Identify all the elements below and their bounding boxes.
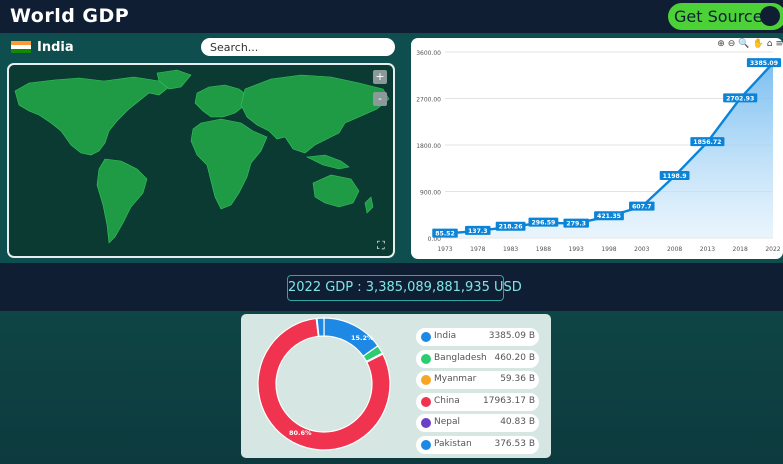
legend-item[interactable]: Pakistan 376.53 B [416, 435, 539, 454]
legend-gdp-value: 59.36 B [500, 374, 535, 385]
gdp-chart-panel: ⊕ ⊖ 🔍 ✋ ⌂ ≡ 0.00 900.00 1800.00 2700.00 3600… [411, 38, 783, 259]
legend-country-name: China [434, 395, 460, 406]
north-america [14, 76, 170, 156]
x-tick-label: 2008 [667, 246, 682, 253]
legend-gdp-value: 376.53 B [494, 438, 535, 449]
data-label: 421.35 [597, 213, 621, 220]
x-tick-label: 2003 [634, 246, 649, 253]
legend-gdp-value: 17963.17 B [483, 395, 535, 406]
africa [190, 118, 268, 210]
donut-slice [316, 317, 325, 337]
legend-color-dot [421, 418, 431, 429]
south-america [96, 158, 148, 244]
x-tick-label: 1983 [503, 246, 518, 253]
data-label: 1198.9 [663, 173, 687, 180]
southeast-asia-islands [305, 154, 350, 170]
get-source-button[interactable]: Get Source [668, 3, 783, 30]
selected-country: India [37, 40, 74, 55]
slice-label-china: 80.6% [289, 429, 312, 437]
legend-color-dot [421, 332, 431, 342]
search-input[interactable] [201, 38, 395, 56]
gdp-total-label: 2022 GDP : 3,385,089,881,935 USD [287, 275, 522, 301]
legend-color-dot [421, 439, 431, 450]
zoom-out-icon[interactable]: ⊖ [728, 39, 736, 49]
legend-country-name: Bangladesh [434, 352, 487, 363]
home-icon[interactable]: ⌂ [767, 39, 773, 49]
gdp-donut-chart: 15.2% 80.6% [257, 317, 391, 451]
legend-gdp-value: 3385.09 B [488, 331, 535, 341]
data-label: 137.3 [468, 228, 488, 235]
legend-country-name: Pakistan [434, 438, 472, 449]
legend-color-dot [421, 375, 431, 386]
y-tick-label: 3600.00 [416, 50, 441, 57]
legend-color-dot [421, 353, 431, 364]
map-zoom-in-button[interactable]: + [373, 70, 387, 84]
donut-legend: India 3385.09 B Bangladesh 460.20 B Myanmar 5… [416, 328, 539, 458]
legend-gdp-value: 40.83 B [500, 417, 535, 428]
data-label: 279.3 [566, 221, 586, 228]
search-zoom-icon[interactable]: 🔍 [738, 39, 749, 49]
world-map-svg [14, 69, 390, 244]
legend-item[interactable]: China 17963.17 B [416, 392, 539, 411]
legend-item[interactable]: India 3385.09 B [416, 328, 539, 346]
app-title: World GDP [10, 5, 130, 27]
data-label: 607.7 [632, 204, 652, 211]
get-source-label: Get Source [674, 7, 763, 26]
y-tick-label: 1800.00 [416, 143, 441, 150]
data-label: 2702.93 [726, 95, 754, 102]
legend-item[interactable]: Nepal 40.83 B [416, 414, 539, 433]
legend-country-name: India [434, 331, 457, 341]
pan-icon[interactable]: ✋ [753, 39, 764, 49]
legend-gdp-value: 460.20 B [494, 352, 535, 363]
menu-icon[interactable]: ≡ [775, 39, 783, 49]
fullscreen-icon[interactable]: ⛶ [377, 239, 385, 253]
x-tick-label: 1988 [536, 246, 551, 253]
x-tick-label: 1973 [437, 246, 452, 253]
world-map[interactable]: + - ⛶ [7, 63, 395, 258]
y-tick-label: 2700.00 [416, 97, 441, 104]
europe [194, 84, 250, 118]
india-flag-icon [11, 41, 31, 53]
x-tick-label: 1978 [470, 246, 485, 253]
header-bar: World GDP Get Source [0, 0, 783, 33]
y-tick-label: 900.00 [420, 190, 441, 197]
x-tick-label: 1993 [569, 246, 584, 253]
legend-item[interactable]: Bangladesh 460.20 B [416, 349, 539, 368]
legend-country-name: Nepal [434, 417, 460, 428]
chart-toolbar: ⊕ ⊖ 🔍 ✋ ⌂ ≡ [717, 39, 783, 49]
x-tick-label: 2022 [765, 246, 780, 253]
legend-color-dot [421, 396, 431, 407]
data-label: 3385.09 [750, 60, 778, 67]
slice-label-india: 15.2% [351, 334, 374, 342]
x-tick-label: 2018 [733, 246, 748, 253]
x-tick-label: 1998 [601, 246, 616, 253]
data-label: 1856.72 [693, 139, 721, 146]
data-label: 218.26 [499, 224, 523, 231]
data-label: 85.52 [435, 231, 455, 238]
australia [312, 174, 360, 208]
map-zoom-out-button[interactable]: - [373, 92, 387, 106]
new-zealand [364, 196, 374, 214]
gdp-line-chart: 0.00900.001800.002700.003600.001973 1978 1… [416, 50, 781, 253]
zoom-in-icon[interactable]: ⊕ [717, 39, 725, 49]
data-label: 296.59 [531, 220, 555, 227]
github-icon [760, 6, 780, 26]
legend-country-name: Myanmar [434, 374, 477, 385]
x-tick-label: 2013 [700, 246, 715, 253]
legend-item[interactable]: Myanmar 59.36 B [416, 371, 539, 390]
